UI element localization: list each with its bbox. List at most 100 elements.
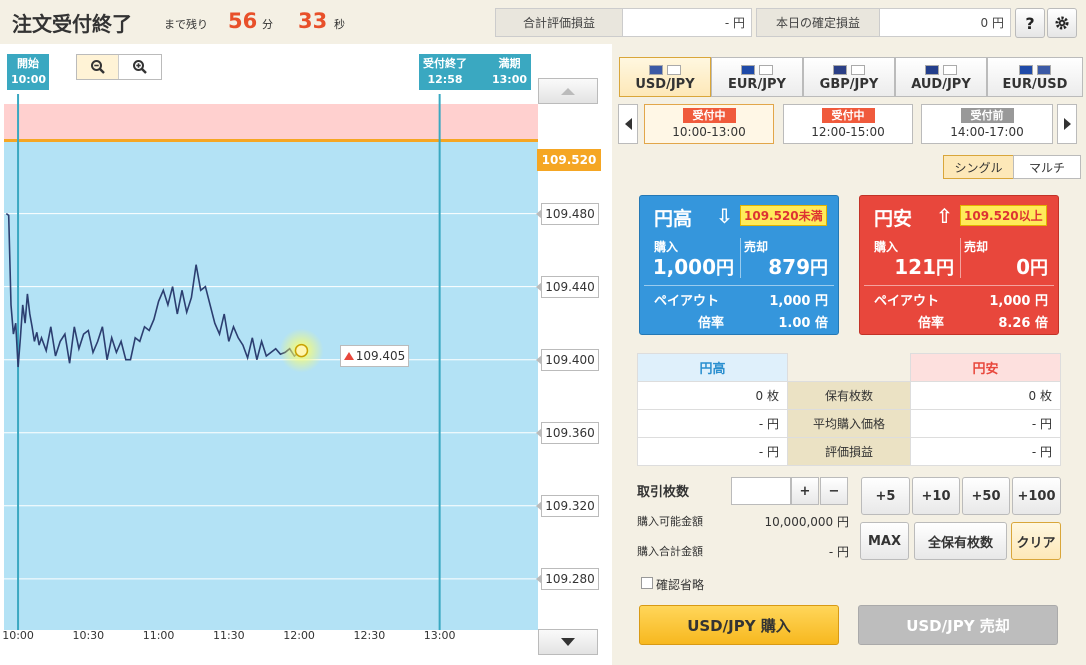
expire-tag: 満期 13:00	[492, 56, 527, 88]
yen-unit: 円	[936, 258, 954, 279]
pair-tab-3[interactable]: AUD/JPY	[895, 57, 987, 97]
low-buy-value: 121	[894, 255, 936, 279]
high-card-title: 円高	[654, 208, 693, 230]
current-price-value: 109.405	[355, 349, 406, 363]
chart-canvas	[4, 94, 538, 630]
slot-status-badge: 受付中	[682, 108, 736, 123]
pair-tab-2[interactable]: GBP/JPY	[803, 57, 895, 97]
position-low-cell: - 円	[910, 437, 1061, 466]
zoom-in-icon	[133, 60, 147, 74]
slot-next-button[interactable]	[1057, 104, 1077, 144]
time-slot-0[interactable]: 受付中 10:00-13:00	[644, 104, 774, 144]
y-tick-label: 109.440	[536, 275, 599, 298]
quantity-label: 取引枚数	[637, 485, 690, 500]
all-holdings-button[interactable]: 全保有枚数	[914, 522, 1007, 560]
card-divider	[740, 238, 741, 278]
time-slot-2[interactable]: 受付前 14:00-17:00	[921, 104, 1053, 144]
y-tick-label: 109.280	[536, 567, 599, 590]
current-price-dot	[294, 343, 309, 358]
positions-header-gap	[787, 353, 911, 382]
high-rate-value: 1.00 倍	[778, 316, 828, 331]
start-tag: 開始 10:00	[7, 54, 49, 90]
price-chart[interactable]: 開始 10:00 受付終了 12:58 満期 13:00 109.520 109.48…	[2, 44, 608, 665]
time-slot-1[interactable]: 受付中 12:00-15:00	[783, 104, 913, 144]
high-rate-label: 倍率	[698, 316, 725, 331]
slot-status-badge: 受付前	[960, 108, 1014, 123]
start-tag-time: 10:00	[11, 73, 47, 86]
high-sell-label: 売却	[744, 240, 769, 254]
settings-button[interactable]	[1047, 8, 1077, 38]
close-tag-time: 12:58	[427, 73, 463, 86]
position-high-cell: 0 枚	[637, 381, 788, 410]
strike-price-marker: 109.520	[537, 149, 601, 171]
scroll-up-button[interactable]	[538, 78, 598, 104]
yen-high-card[interactable]: 円高 ⇩ 109.520未満 購入 売却 1,000円 879円 ペイアウト 1…	[639, 195, 839, 335]
max-button[interactable]: MAX	[860, 522, 909, 560]
increment-button[interactable]: +100	[1012, 477, 1061, 515]
x-tick-label: 12:30	[353, 629, 386, 642]
scroll-down-button[interactable]	[538, 629, 598, 655]
y-tick-label: 109.320	[536, 494, 599, 517]
slot-prev-button[interactable]	[618, 104, 638, 144]
pair-tab-1[interactable]: EUR/JPY	[711, 57, 803, 97]
card-separator	[644, 285, 834, 286]
low-rate-label: 倍率	[918, 316, 945, 331]
total-amount-label: 購入合計金額	[637, 545, 703, 558]
flag-icons	[804, 62, 894, 77]
yen-unit: 円	[1030, 258, 1048, 279]
flag-icon	[649, 64, 663, 75]
yen-low-card[interactable]: 円安 ⇧ 109.520以上 購入 売却 121円 0円 ペイアウト 1,000…	[859, 195, 1059, 335]
help-button[interactable]: ?	[1015, 8, 1045, 38]
flag-icon	[943, 64, 957, 75]
remaining-label: まで残り	[164, 18, 208, 31]
triangle-left-icon	[624, 118, 632, 130]
zoom-controls	[76, 54, 162, 80]
flag-icons	[620, 62, 710, 77]
table-row: 0 枚保有枚数 0 枚	[637, 381, 1061, 410]
today-profit-label: 本日の確定損益	[756, 8, 880, 37]
buy-button[interactable]: USD/JPY 購入	[639, 605, 839, 645]
pair-tab-0[interactable]: USD/JPY	[619, 57, 711, 97]
up-triangle-icon	[343, 352, 354, 360]
position-label-cell: 評価損益	[787, 437, 911, 466]
x-tick-label: 11:00	[142, 629, 175, 642]
quantity-input[interactable]	[731, 477, 791, 505]
expire-tag-label: 満期	[498, 57, 521, 70]
start-tag-label: 開始	[17, 57, 39, 70]
low-sell-price: 0円	[964, 254, 1048, 280]
position-high-cell: - 円	[637, 409, 788, 438]
low-threshold: 109.520以上	[960, 205, 1047, 226]
flag-icon	[759, 64, 773, 75]
zoom-in-button[interactable]	[119, 55, 161, 79]
zoom-out-button[interactable]	[77, 55, 120, 79]
increment-button[interactable]: +10	[912, 477, 960, 515]
clear-button[interactable]: クリア	[1011, 522, 1061, 560]
y-tick-label: 109.360	[536, 421, 599, 444]
increment-button[interactable]: +5	[861, 477, 910, 515]
mode-single-tab[interactable]: シングル	[943, 155, 1014, 179]
high-sell-price: 879円	[744, 254, 828, 280]
flag-icon	[667, 64, 681, 75]
positions-header-row: 円高 円安	[637, 353, 1061, 382]
pair-tab-4[interactable]: EUR/USD	[987, 57, 1083, 97]
mode-multi-tab[interactable]: マルチ	[1013, 155, 1081, 179]
x-tick-label: 11:30	[212, 629, 245, 642]
low-sell-value: 0	[1016, 255, 1030, 279]
high-buy-label: 購入	[654, 240, 679, 254]
pair-label: USD/JPY	[635, 77, 695, 92]
seconds-unit: 秒	[334, 18, 345, 31]
positions-table: 円高 円安 0 枚保有枚数 0 枚- 円平均購入価格 - 円- 円評価損益 - 円	[637, 353, 1061, 466]
skip-confirm-checkbox[interactable]	[641, 577, 653, 589]
sell-button[interactable]: USD/JPY 売却	[858, 605, 1058, 645]
triangle-down-icon	[561, 638, 575, 646]
x-tick-label: 10:00	[2, 629, 34, 642]
quantity-minus-button[interactable]: −	[820, 477, 848, 505]
card-separator	[864, 285, 1054, 286]
close-expire-tag: 受付終了 12:58 満期 13:00	[419, 54, 531, 90]
slot-status-badge: 受付中	[821, 108, 875, 123]
triangle-right-icon	[1063, 118, 1071, 130]
increment-button[interactable]: +50	[962, 477, 1010, 515]
quantity-plus-button[interactable]: +	[791, 477, 819, 505]
total-eval-label: 合計評価損益	[495, 8, 623, 37]
zoom-out-icon	[90, 60, 105, 74]
